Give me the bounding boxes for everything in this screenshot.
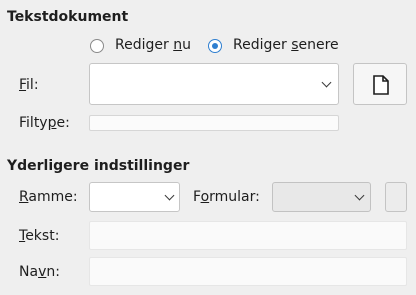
filetype-field[interactable] [89, 115, 339, 131]
radio-edit-now-label: Rediger nu [115, 37, 191, 53]
radio-edit-now[interactable]: Rediger nu [89, 37, 199, 55]
name-label: Navn: [19, 264, 60, 280]
filetype-label: Filtype: [19, 115, 70, 131]
chevron-down-icon [354, 190, 365, 201]
section-title-more-settings: Yderligere indstillinger [7, 158, 190, 174]
name-field[interactable] [89, 257, 407, 286]
chevron-down-icon [164, 190, 175, 201]
file-label: Fil: [19, 77, 39, 93]
radio-edit-later-label: Rediger senere [233, 37, 339, 53]
section-title-text-document: Tekstdokument [7, 9, 129, 25]
radio-edit-later[interactable]: Rediger senere [207, 37, 347, 55]
file-combobox[interactable] [89, 63, 339, 105]
frame-combobox[interactable] [89, 182, 180, 212]
radio-edit-later-indicator[interactable] [208, 39, 222, 53]
form-browse-button[interactable] [385, 182, 407, 212]
form-label: Formular: [193, 189, 260, 205]
text-field[interactable] [89, 221, 407, 250]
chevron-down-icon [321, 77, 332, 88]
radio-edit-now-indicator[interactable] [90, 39, 104, 53]
text-label: Tekst: [19, 228, 60, 244]
document-icon [373, 75, 389, 95]
new-document-button[interactable] [353, 63, 407, 105]
form-combobox[interactable] [272, 182, 371, 212]
frame-label: Ramme: [19, 189, 78, 205]
